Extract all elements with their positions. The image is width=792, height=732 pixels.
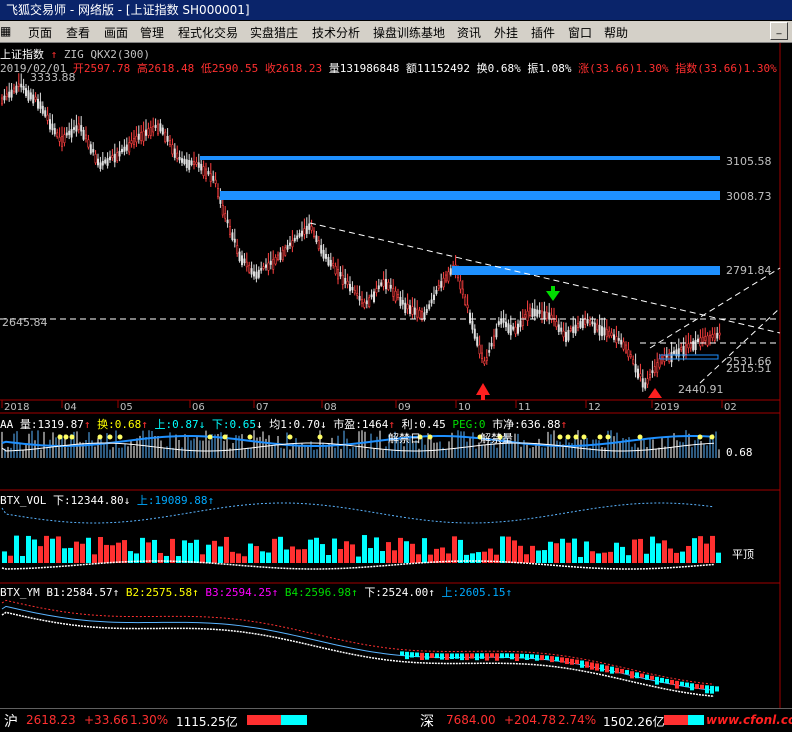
menu-manage[interactable]: 管理 — [140, 24, 164, 41]
menu-plugins[interactable]: 插件 — [531, 24, 555, 41]
ym-header: BTX_YM B1:2584.57↑ B2:2575.58↑ B3:2594.2… — [0, 586, 513, 599]
sh-price: 2618.23 — [26, 713, 76, 727]
time-axis: 2018 04 05 06 07 08 09 10 11 12 2019 02 — [1, 400, 737, 413]
time-axis-label: 2019 — [654, 402, 679, 413]
price-label-3105: 3105.58 — [726, 155, 772, 168]
aa-note-unlock-day: 解禁日 — [388, 432, 421, 445]
time-axis-label: 02 — [724, 402, 737, 413]
menu-live-hunt[interactable]: 实盘猎庄 — [250, 24, 298, 41]
aa-panel — [1, 430, 720, 458]
level-line-2791 — [452, 266, 720, 275]
price-label-2791: 2791.84 — [726, 264, 772, 277]
price-label-2515: 2515.51 — [726, 362, 772, 375]
ym-prefix: BTX_YM — [0, 586, 40, 599]
menu-programmed-trading[interactable]: 程式化交易 — [178, 24, 238, 41]
kline-chart-svg: 3333.88 3105.58 3008.73 2791.84 2531.66 … — [0, 43, 781, 708]
ym-panel — [1, 599, 719, 698]
time-axis-label: 06 — [192, 402, 205, 413]
vol-header: BTX_VOL 下:12344.80↓ 上:19089.88↑ — [0, 494, 215, 507]
title-bar: 飞狐交易师 - 网络版 - [上证指数 SH000001] — [0, 0, 792, 20]
menu-technical-analysis[interactable]: 技术分析 — [312, 24, 360, 41]
aa-pe: 市盈:1464 — [333, 418, 389, 431]
watermark-text: www.cfonl.com — [706, 713, 792, 727]
window-title: 飞狐交易师 - 网络版 - [上证指数 SH000001] — [6, 3, 250, 17]
menu-window[interactable]: 窗口 — [568, 24, 592, 41]
aa-prefix: AA — [0, 418, 14, 431]
menu-bar: ▦ 页面 查看 画面 管理 程式化交易 实盘猎庄 技术分析 操盘训练基地 资讯 … — [0, 21, 792, 43]
time-axis-label: 09 — [398, 402, 411, 413]
buy-arrow-icon — [476, 383, 490, 395]
price-label-3008: 3008.73 — [726, 190, 772, 203]
status-bar: 沪 2618.23 +33.66 1.30% 1115.25亿 深 7684.0… — [0, 708, 792, 732]
sell-arrow-icon — [546, 291, 560, 301]
ym-b2: B2:2575.58 — [125, 586, 193, 599]
aa-upper: 上:0.87 — [154, 418, 199, 431]
menu-help[interactable]: 帮助 — [604, 24, 628, 41]
aa-turnover: 换:0.68 — [97, 418, 142, 431]
vol-panel — [1, 502, 721, 570]
vol-prefix: BTX_VOL — [0, 494, 47, 507]
aa-note-unlock-volume: 解禁量 — [480, 432, 513, 445]
price-label-low: 2440.91 — [678, 383, 724, 396]
ym-b1: B1:2584.57 — [46, 586, 113, 599]
sz-label: 深 — [420, 714, 434, 730]
ym-b3: B3:2594.25 — [205, 586, 272, 599]
chart-area[interactable]: 上证指数 ↑ ZIG QKX2(300) 2019/02/01 开2597.78… — [0, 43, 792, 708]
vol-note: 平顶 — [732, 548, 754, 561]
menu-training-base[interactable]: 操盘训练基地 — [373, 24, 445, 41]
sz-change: +204.78 — [504, 713, 557, 727]
level-line-3105 — [200, 156, 720, 160]
vol-upper: 上:19089.88 — [136, 494, 208, 507]
buy-arrow-icon-2 — [648, 388, 662, 398]
vol-lower: 下:12344.80 — [52, 494, 124, 507]
menu-page[interactable]: 页面 — [28, 24, 52, 41]
sh-amount: 1115.25亿 — [176, 715, 238, 729]
sh-pct: 1.30% — [130, 713, 169, 727]
sz-price: 7684.00 — [446, 713, 496, 727]
price-label-top: 3333.88 — [30, 71, 76, 84]
aa-value: 0.68 — [726, 446, 753, 459]
price-label-left: 2645.84 — [2, 316, 48, 329]
candles-group — [0, 73, 721, 392]
sh-change: +33.66 — [84, 713, 129, 727]
time-axis-label: 11 — [518, 402, 531, 413]
app-menu-icon[interactable]: ▦ — [0, 24, 11, 38]
sh-label: 沪 — [4, 714, 18, 730]
aa-lower: 下:0.65 — [211, 418, 256, 431]
aa-volume: 量:1319.87 — [19, 418, 84, 431]
menu-news[interactable]: 资讯 — [457, 24, 481, 41]
level-line-3008 — [220, 191, 720, 200]
time-axis-label: 10 — [458, 402, 471, 413]
menu-view[interactable]: 查看 — [66, 24, 90, 41]
time-axis-label: 05 — [120, 402, 133, 413]
sz-strength-bar — [664, 715, 704, 725]
aa-avg: 均1:0.70 — [269, 418, 320, 431]
minimize-button[interactable]: _ — [770, 22, 788, 40]
time-axis-label: 07 — [256, 402, 269, 413]
menu-plugins-external[interactable]: 外挂 — [494, 24, 518, 41]
time-axis-label: 04 — [64, 402, 77, 413]
time-axis-label: 08 — [324, 402, 337, 413]
menu-screen[interactable]: 画面 — [104, 24, 128, 41]
sz-amount: 1502.26亿 — [603, 715, 665, 729]
time-axis-label: 12 — [588, 402, 601, 413]
ym-upper: 上:2605.15 — [441, 586, 506, 599]
ym-lower: 下:2524.00 — [364, 586, 429, 599]
time-axis-label: 2018 — [4, 402, 29, 413]
sh-strength-bar — [247, 715, 307, 725]
sz-pct: 2.74% — [558, 713, 597, 727]
ym-b4: B4:2596.98 — [284, 586, 352, 599]
